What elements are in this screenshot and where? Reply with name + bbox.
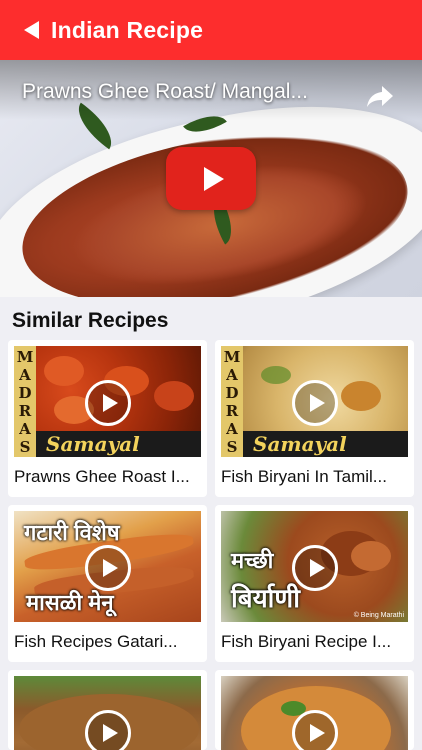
logo-letter: S <box>226 438 238 456</box>
recipe-card[interactable]: गटारी विशेष मासळी मेनू Fish Recipes Gata… <box>8 505 207 662</box>
recipe-thumbnail: गटारी विशेष मासळी मेनू <box>14 511 201 622</box>
logo-letter: D <box>225 384 239 402</box>
recipe-card[interactable] <box>8 670 207 750</box>
logo-letter: A <box>226 420 238 438</box>
channel-name: Samayal <box>243 431 408 457</box>
back-button[interactable]: Indian Recipe <box>0 0 203 60</box>
share-icon[interactable] <box>366 84 394 108</box>
overlay-text: मासळी मेनू <box>26 590 114 615</box>
channel-logo: M A D R A S <box>221 346 243 457</box>
logo-letter: M <box>223 348 241 366</box>
play-icon <box>292 710 338 750</box>
overlay-text: गटारी विशेष <box>24 520 120 545</box>
recipe-thumbnail: M A D R A S Samayal <box>221 346 408 457</box>
logo-letter: A <box>19 420 31 438</box>
recipe-thumbnail: M A D R A S Samayal <box>14 346 201 457</box>
recipe-title: Prawns Ghee Roast I... <box>14 467 190 486</box>
play-icon <box>292 380 338 426</box>
recipe-card[interactable]: M A D R A S Samayal Prawns Ghee Roast I.… <box>8 340 207 497</box>
logo-letter: S <box>19 438 31 456</box>
logo-letter: A <box>19 366 31 384</box>
nav-title: Indian Recipe <box>51 16 204 43</box>
play-icon <box>85 710 131 750</box>
recipe-card[interactable]: M A D R A S Samayal Fish Biryani In Tami… <box>215 340 414 497</box>
logo-letter: M <box>16 348 34 366</box>
recipe-card[interactable] <box>215 670 414 750</box>
play-icon <box>85 545 131 591</box>
watermark: © Being Marathi <box>353 612 404 619</box>
channel-name: Samayal <box>36 431 201 457</box>
overlay-text: मच्छी <box>231 548 274 573</box>
recipe-thumbnail: मच्छी बिर्याणी © Being Marathi <box>221 511 408 622</box>
section-title: Similar Recipes <box>12 309 169 332</box>
play-icon <box>292 545 338 591</box>
recipe-thumbnail <box>221 676 408 750</box>
recipe-title: Fish Biryani In Tamil... <box>221 467 387 486</box>
overlay-text: बिर्याणी <box>231 583 300 613</box>
recipe-title: Fish Biryani Recipe I... <box>221 632 392 651</box>
recipe-thumbnail <box>14 676 201 750</box>
recipe-card[interactable]: मच्छी बिर्याणी © Being Marathi Fish Biry… <box>215 505 414 662</box>
recipe-title: Fish Recipes Gatari... <box>14 632 178 651</box>
logo-letter: D <box>18 384 32 402</box>
youtube-play-button[interactable] <box>166 147 256 210</box>
nav-bar: Indian Recipe <box>0 0 422 60</box>
channel-logo: M A D R A S <box>14 346 36 457</box>
logo-letter: A <box>226 366 238 384</box>
video-title: Prawns Ghee Roast/ Mangal... <box>22 80 308 103</box>
chevron-left-icon <box>24 21 39 39</box>
logo-letter: R <box>225 402 239 420</box>
logo-letter: R <box>18 402 32 420</box>
play-icon <box>85 380 131 426</box>
youtube-play-icon <box>203 166 224 191</box>
